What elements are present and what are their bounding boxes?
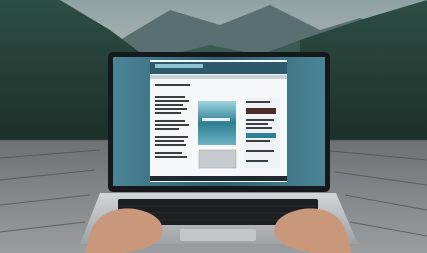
screen-document: [150, 60, 287, 182]
header-toolbar: [150, 75, 287, 79]
trackpad: [180, 229, 256, 241]
header-highlight: [155, 64, 203, 68]
sidebar-dark-label: [246, 108, 276, 114]
center-gray-box: [198, 149, 237, 169]
photo-scene: [0, 0, 427, 253]
sidebar-blue-block: [246, 133, 276, 138]
center-image-caption: [202, 118, 230, 121]
footer-toolbar: [150, 176, 287, 181]
scene-illustration: [0, 0, 427, 253]
center-image: [198, 101, 236, 145]
